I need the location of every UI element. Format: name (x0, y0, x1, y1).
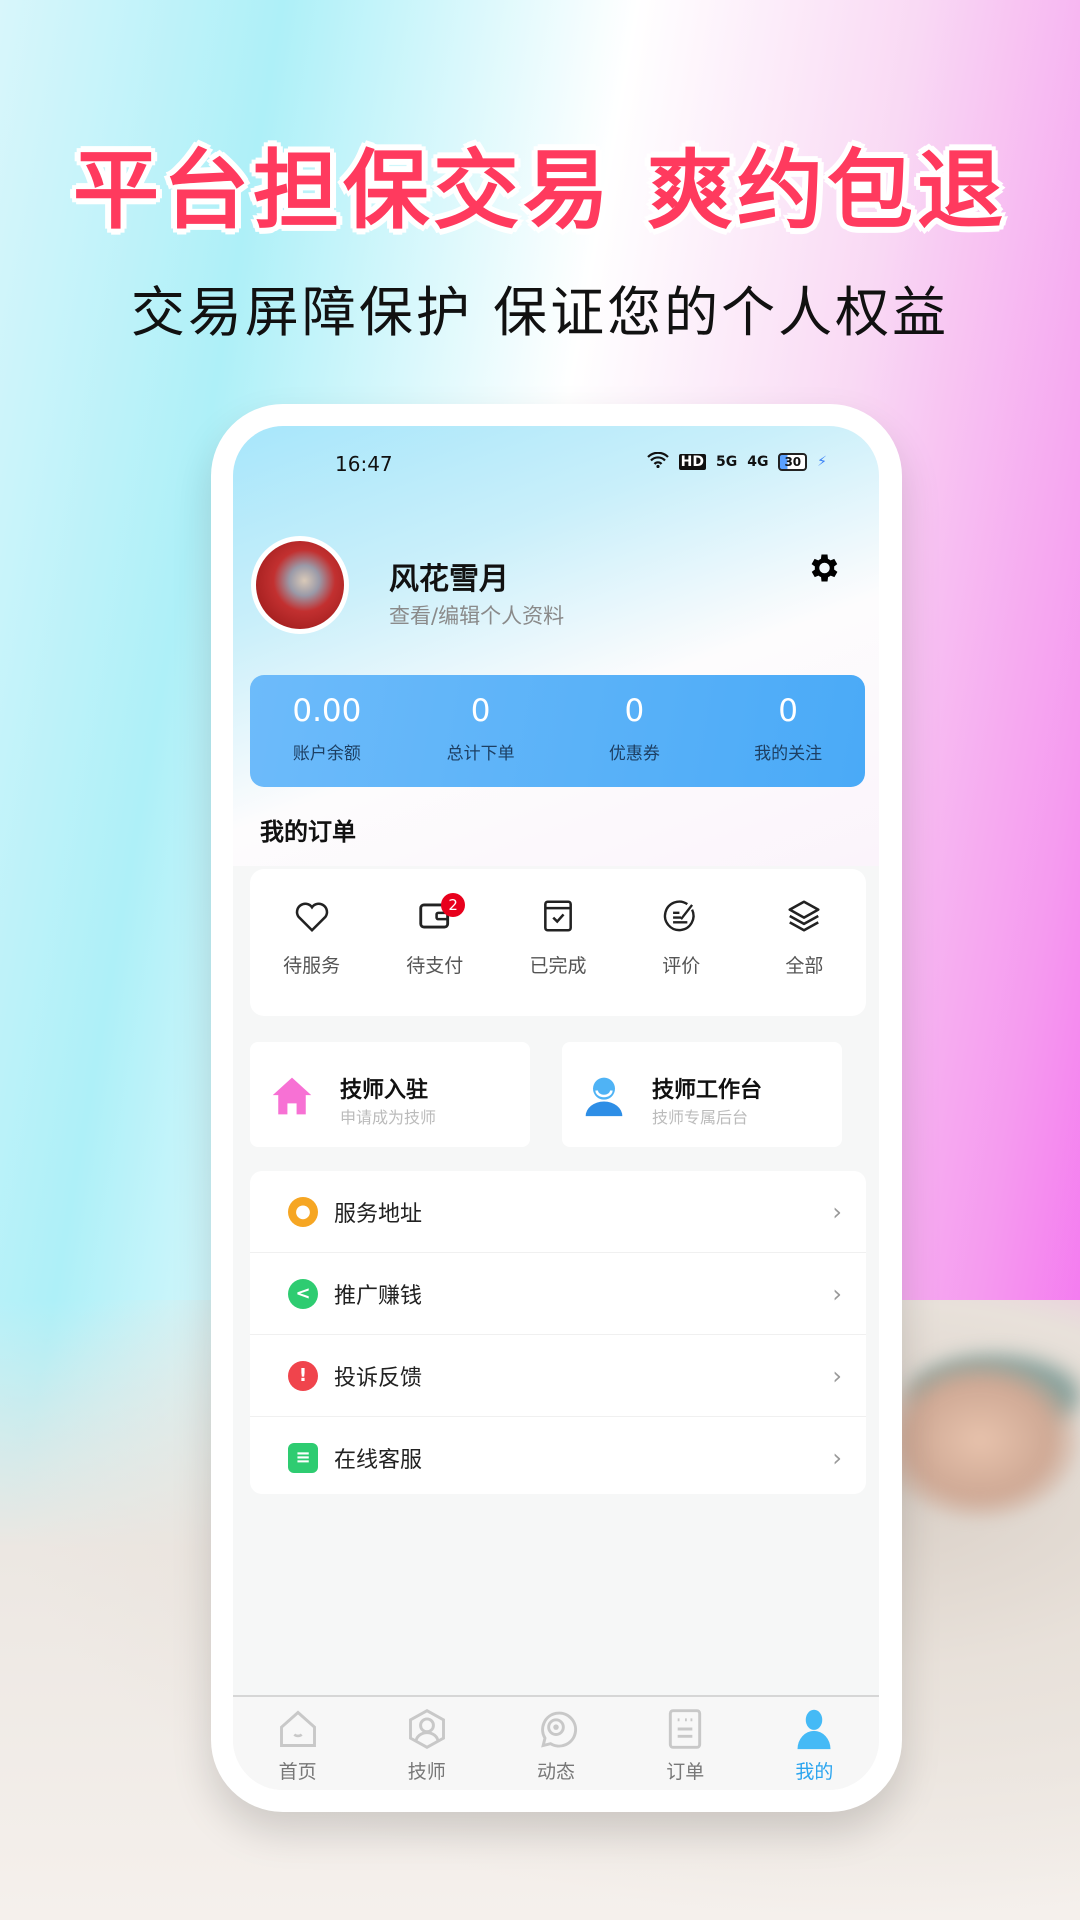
stat-orders[interactable]: 0 总计下单 (404, 675, 558, 787)
phone-screen: 16:47 HD 5G 4G 30 ⚡ 风花雪月 查看/编辑个人资料 0.00 账… (233, 426, 879, 1790)
avatar[interactable] (251, 536, 349, 634)
background-photo-person (880, 1360, 1080, 1520)
home-icon (279, 1710, 316, 1747)
chevron-right-icon: › (832, 1361, 842, 1390)
location-icon: ● (288, 1196, 318, 1227)
menu-item-complaint[interactable]: ! 投诉反馈 › (250, 1335, 866, 1417)
tab-home[interactable]: 首页 (233, 1697, 362, 1790)
house-icon (272, 1077, 312, 1115)
menu-item-promote[interactable]: < 推广赚钱 › (250, 1253, 866, 1335)
chevron-right-icon: › (832, 1444, 842, 1472)
alert-icon: ! (288, 1360, 318, 1391)
orders-card: 待服务 2 待支付 已完成 评价 全部 (250, 869, 866, 1016)
feed-icon (541, 1711, 577, 1748)
order-pending-payment[interactable]: 2 待支付 (373, 893, 496, 1016)
hd-icon: HD (678, 454, 706, 470)
tab-technician[interactable]: 技师 (362, 1697, 491, 1790)
stat-balance[interactable]: 0.00 账户余额 (250, 675, 404, 787)
signal-4g: 4G (747, 454, 769, 470)
battery-icon: 30 (778, 453, 808, 471)
chevron-right-icon: › (832, 1279, 842, 1308)
technician-join-card[interactable]: 技师入驻 申请成为技师 (250, 1042, 530, 1147)
tab-feed[interactable]: 动态 (491, 1697, 620, 1790)
wifi-icon (646, 451, 669, 472)
tab-orders[interactable]: 订单 (621, 1697, 750, 1790)
chevron-right-icon: › (832, 1197, 842, 1226)
tab-profile[interactable]: 我的 (750, 1697, 879, 1790)
pending-payment-badge: 2 (441, 893, 466, 917)
order-icon (669, 1709, 702, 1749)
orders-title: 我的订单 (260, 818, 356, 846)
technician-icon (408, 1708, 445, 1750)
order-completed[interactable]: 已完成 (496, 897, 619, 1016)
stat-coupons[interactable]: 0 优惠券 (558, 675, 712, 787)
review-icon (664, 900, 695, 932)
heart-icon (295, 902, 328, 933)
stats-card: 0.00 账户余额 0 总计下单 0 优惠券 0 我的关注 (250, 675, 865, 787)
menu-list: ● 服务地址 › < 推广赚钱 › ! 投诉反馈 › ≡ 在线客服 › (250, 1171, 866, 1494)
tab-bar: 首页 技师 动态 订单 我的 (233, 1695, 879, 1790)
chat-icon: ≡ (288, 1443, 318, 1473)
gear-icon[interactable] (805, 550, 841, 586)
person-icon (585, 1077, 623, 1117)
edit-profile-link[interactable]: 查看/编辑个人资料 (389, 600, 564, 630)
order-all[interactable]: 全部 (743, 897, 866, 1016)
order-pending-service[interactable]: 待服务 (250, 897, 373, 1016)
menu-item-support[interactable]: ≡ 在线客服 › (250, 1417, 866, 1499)
share-icon: < (288, 1278, 318, 1309)
user-name[interactable]: 风花雪月 (389, 554, 509, 598)
promo-headline: 平台担保交易 爽约包退 (73, 141, 1007, 241)
profile-icon (797, 1709, 831, 1750)
order-review[interactable]: 评价 (620, 897, 743, 1016)
status-icons: HD 5G 4G 30 ⚡ (646, 451, 827, 472)
technician-workbench-card[interactable]: 技师工作台 技师专属后台 (562, 1042, 842, 1147)
promo-subline: 交易屏障保护 保证您的个人权益 (130, 281, 950, 344)
calendar-check-icon (544, 900, 572, 932)
status-time: 16:47 (335, 452, 393, 476)
signal-5g: 5G (715, 454, 738, 470)
layers-icon (788, 900, 820, 932)
menu-item-service-address[interactable]: ● 服务地址 › (250, 1171, 866, 1253)
stat-following[interactable]: 0 我的关注 (711, 675, 865, 787)
charging-icon: ⚡ (817, 454, 827, 470)
